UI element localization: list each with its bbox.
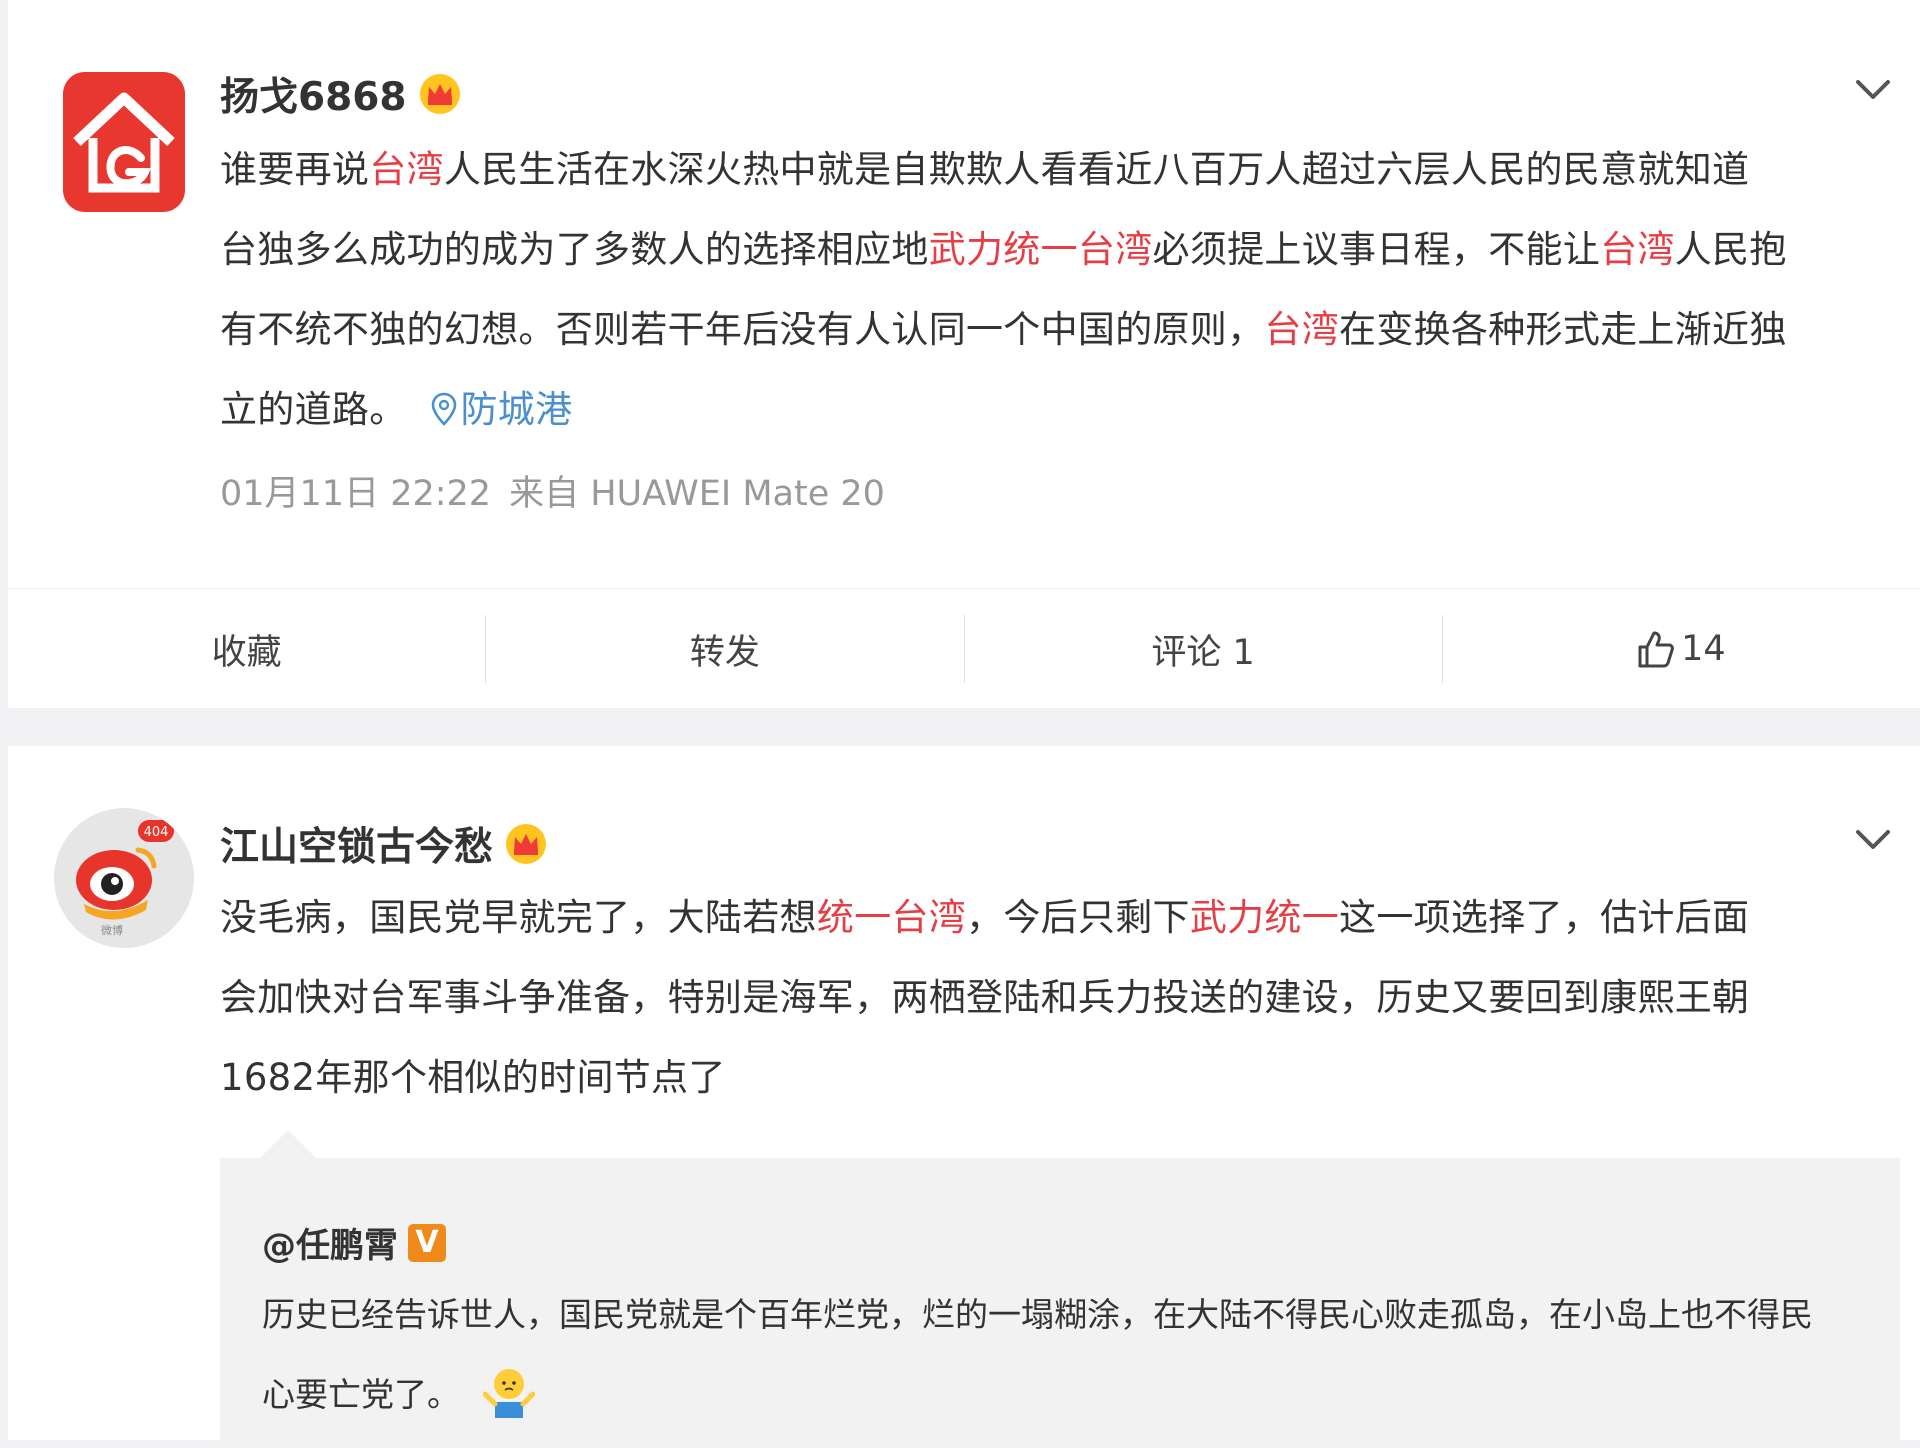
text-segment: 台独多么成功的成为了多数人的选择相应地 bbox=[220, 228, 929, 271]
thumbs-up-icon bbox=[1638, 631, 1674, 668]
username-text[interactable]: 江山空锁古今愁 bbox=[220, 816, 493, 872]
username-text[interactable]: 扬戈6868 bbox=[220, 66, 407, 122]
avatar[interactable]: 404 微博 bbox=[54, 808, 194, 948]
location-link[interactable]: 防城港 bbox=[431, 388, 573, 431]
house-logo-icon bbox=[63, 72, 185, 212]
verified-badge-icon: V bbox=[408, 1223, 446, 1262]
post-text-line: 1682年那个相似的时间节点了 bbox=[220, 1038, 1870, 1118]
highlighted-keyword[interactable]: 台湾 bbox=[369, 148, 444, 191]
crown-icon bbox=[506, 824, 547, 864]
post-meta: 01月11日 22:22 来自 HUAWEI Mate 20 bbox=[220, 465, 885, 516]
post-text-line: 谁要再说台湾人民生活在水深火热中就是自欺欺人看看近八百万人超过六层人民的民意就知… bbox=[220, 130, 1870, 210]
reposted-username-text[interactable]: @任鹏霄 bbox=[262, 1218, 398, 1267]
post-text-line: 没毛病，国民党早就完了，大陆若想统一台湾，今后只剩下武力统一这一项选择了，估计后… bbox=[220, 878, 1870, 958]
reposted-text-segment: 心要亡党了。 bbox=[262, 1375, 460, 1414]
shrug-emoji bbox=[482, 1369, 535, 1418]
text-segment: 谁要再说 bbox=[220, 148, 370, 191]
highlighted-keyword[interactable]: 台湾 bbox=[1264, 308, 1339, 351]
highlighted-keyword[interactable]: 台湾 bbox=[1600, 228, 1675, 271]
reposted-text: 历史已经告诉世人，国民党就是个百年烂党，烂的一塌糊涂，在大陆不得民心败走孤岛，在… bbox=[262, 1275, 1882, 1435]
reposted-text-line: 心要亡党了。 bbox=[262, 1355, 1882, 1435]
text-segment: 必须提上议事日程，不能让 bbox=[1152, 228, 1601, 271]
avatar[interactable] bbox=[63, 72, 185, 212]
post-text: 没毛病，国民党早就完了，大陆若想统一台湾，今后只剩下武力统一这一项选择了，估计后… bbox=[220, 878, 1870, 1118]
comment-label: 评论 1 bbox=[1151, 632, 1255, 673]
text-segment: 在变换各种形式走上渐近独 bbox=[1339, 308, 1787, 351]
post-text: 谁要再说台湾人民生活在水深火热中就是自欺欺人看看近八百万人超过六层人民的民意就知… bbox=[220, 130, 1870, 450]
username[interactable]: 扬戈6868 bbox=[220, 66, 461, 122]
like-button[interactable]: 14 bbox=[1443, 614, 1920, 684]
avatar-badge: 404 bbox=[144, 825, 169, 840]
timestamp[interactable]: 01月11日 22:22 bbox=[220, 474, 491, 514]
highlighted-keyword[interactable]: 武力统一台湾 bbox=[929, 228, 1153, 271]
post-card-1: 扬戈6868 谁要再说台湾人民生活在水深火热中就是自欺欺人看看近八百万人超过六层… bbox=[8, 0, 1920, 708]
like-count: 14 bbox=[1681, 629, 1726, 669]
location-text[interactable]: 防城港 bbox=[461, 388, 573, 431]
text-segment: 人民生活在水深火热中就是自欺欺人看看近八百万人超过六层人民的民意就知道 bbox=[443, 148, 1750, 191]
highlighted-keyword[interactable]: 武力统一 bbox=[1190, 896, 1339, 939]
post-text-line: 有不统不独的幻想。否则若干年后没有人认同一个中国的原则，台湾在变换各种形式走上渐… bbox=[220, 290, 1870, 370]
text-segment: 没毛病，国民党早就完了，大陆若想 bbox=[220, 896, 817, 939]
text-segment: 人民抱 bbox=[1674, 228, 1787, 271]
reposted-content[interactable]: @任鹏霄 V 历史已经告诉世人，国民党就是个百年烂党，烂的一塌糊涂，在大陆不得民… bbox=[220, 1130, 1900, 1448]
reposted-text-line: 历史已经告诉世人，国民党就是个百年烂党，烂的一塌糊涂，在大陆不得民心败走孤岛，在… bbox=[262, 1295, 1813, 1334]
post-card-2: 404 微博 江山空锁古今愁 没毛病，国民党早就完了，大陆若想统一台湾，今后只剩… bbox=[8, 746, 1920, 1448]
favorite-button[interactable]: 收藏 bbox=[8, 614, 485, 684]
text-segment: 1682年那个相似的时间节点了 bbox=[220, 1056, 726, 1099]
repost-label: 转发 bbox=[689, 632, 760, 673]
text-segment: 有不统不独的幻想。否则若干年后没有人认同一个中国的原则， bbox=[220, 308, 1265, 351]
avatar-caption: 微博 bbox=[101, 923, 123, 937]
chevron-down-icon[interactable] bbox=[1855, 79, 1891, 101]
post-text-line: 会加快对台军事斗争准备，特别是海军，两栖登陆和兵力投送的建设，历史又要回到康熙王… bbox=[220, 958, 1870, 1038]
source-device: 来自 HUAWEI Mate 20 bbox=[509, 474, 885, 514]
post-text-line: 立的道路。 防城港 bbox=[220, 370, 1870, 450]
crown-icon bbox=[419, 74, 460, 114]
action-bar: 收藏 转发 评论 1 14 bbox=[8, 588, 1920, 709]
text-segment: ，今后只剩下 bbox=[966, 896, 1190, 939]
favorite-label: 收藏 bbox=[211, 632, 282, 673]
text-segment: 会加快对台军事斗争准备，特别是海军，两栖登陆和兵力投送的建设，历史又要回到康熙王… bbox=[220, 976, 1750, 1019]
repost-button[interactable]: 转发 bbox=[486, 614, 963, 684]
text-segment: 这一项选择了，估计后面 bbox=[1339, 896, 1750, 939]
highlighted-keyword[interactable]: 统一台湾 bbox=[817, 896, 966, 939]
reposted-username[interactable]: @任鹏霄 V bbox=[262, 1218, 446, 1267]
text-segment: 立的道路。 bbox=[220, 388, 407, 431]
comment-button[interactable]: 评论 1 bbox=[965, 614, 1442, 684]
chevron-down-icon[interactable] bbox=[1855, 829, 1891, 851]
post-text-line: 台独多么成功的成为了多数人的选择相应地武力统一台湾必须提上议事日程，不能让台湾人… bbox=[220, 210, 1870, 290]
location-pin-icon bbox=[431, 392, 456, 426]
weibo-default-avatar-icon: 404 微博 bbox=[54, 808, 194, 948]
username[interactable]: 江山空锁古今愁 bbox=[220, 816, 547, 872]
